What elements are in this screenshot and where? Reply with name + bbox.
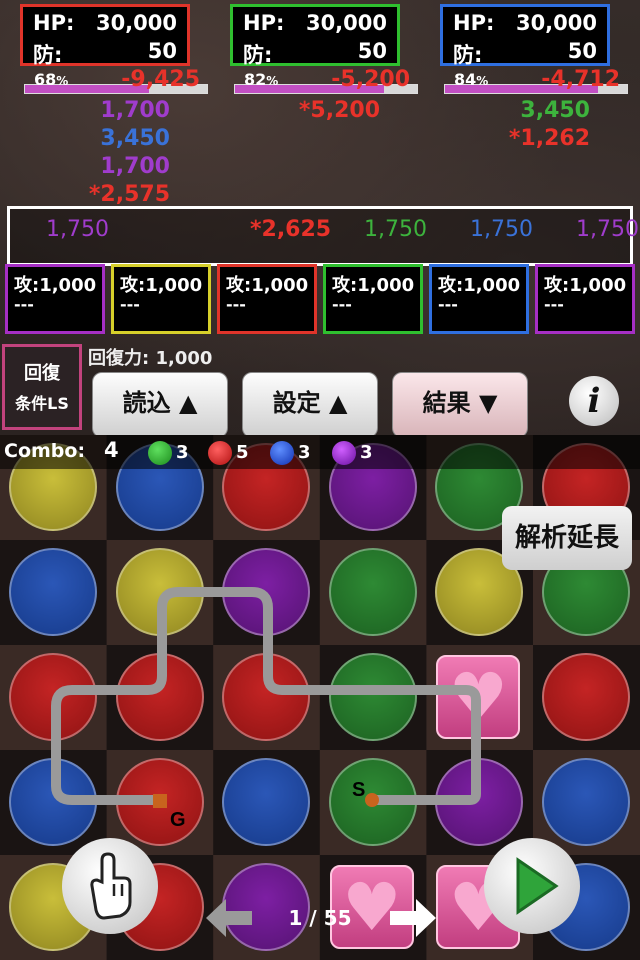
path-start-label: S (352, 779, 365, 801)
hand-pointer-button[interactable] (62, 838, 158, 934)
play-button[interactable] (484, 838, 580, 934)
move-path: S G (51, 587, 481, 831)
path-start-marker (365, 793, 379, 807)
path-goal-marker (153, 794, 167, 808)
next-arrow-icon[interactable] (388, 896, 438, 940)
page-indicator: 1 / 55 (288, 906, 352, 930)
previous-arrow-icon[interactable] (204, 896, 254, 940)
hand-pointer-icon (90, 852, 132, 920)
play-icon (516, 857, 559, 915)
path-goal-label: G (170, 809, 186, 831)
